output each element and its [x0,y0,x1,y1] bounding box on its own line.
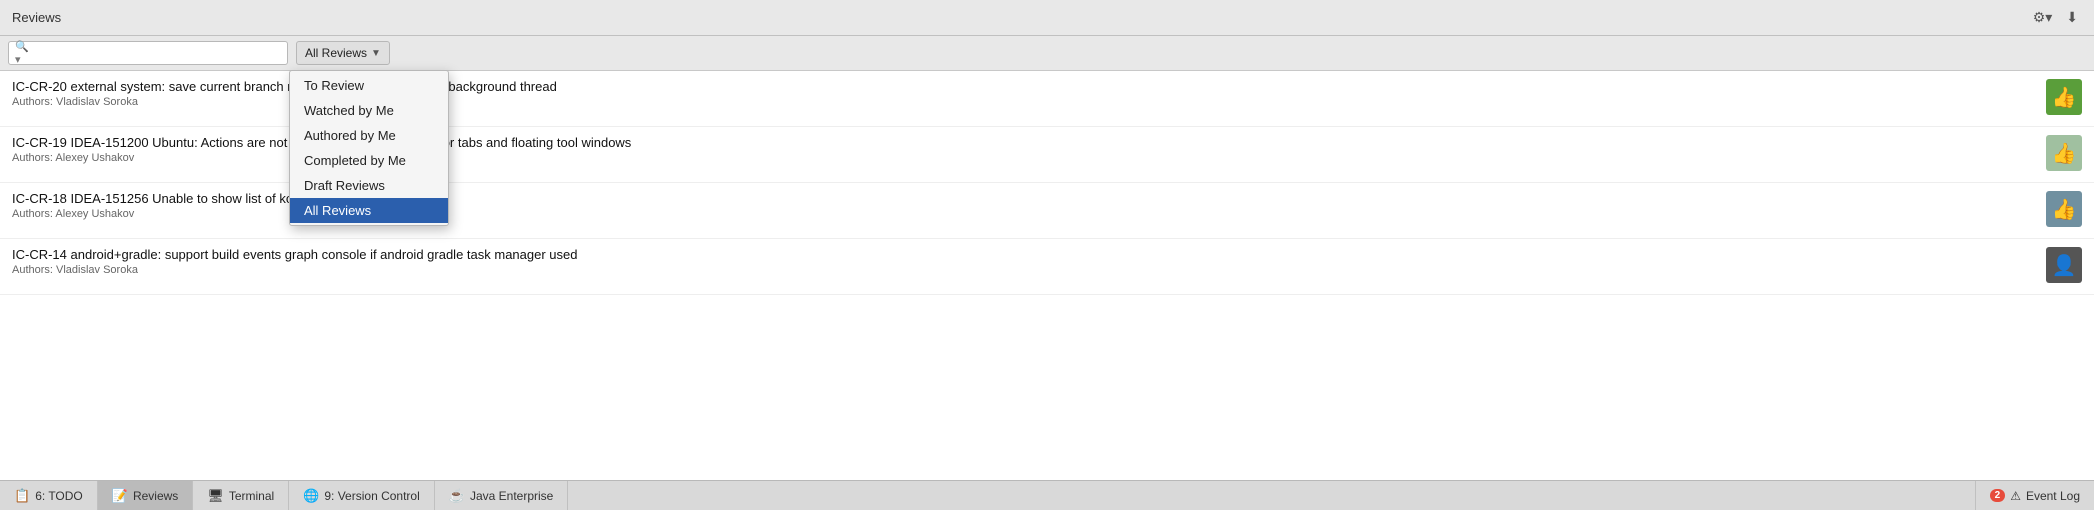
avatar: 👍 [2046,135,2082,171]
search-input[interactable] [37,46,281,60]
filter-label: All Reviews [305,46,367,60]
todo-icon: 📋 [14,488,30,504]
download-icon: ⬇ [2066,9,2078,26]
review-title: IC-CR-14 android+gradle: support build e… [12,247,1912,262]
status-tab-todo[interactable]: 📋 6: TODO [0,481,98,510]
dropdown-item-to-review[interactable]: To Review [290,73,448,98]
chevron-down-icon: ▼ [371,48,381,59]
event-log-label: Event Log [2026,489,2080,503]
gear-icon: ⚙▾ [2033,9,2053,26]
dropdown-item-completed-by-me[interactable]: Completed by Me [290,148,448,173]
dropdown-item-watched-by-me[interactable]: Watched by Me [290,98,448,123]
terminal-label: Terminal [229,489,274,503]
version-control-icon: 🌐 [303,488,319,504]
title-bar: Reviews ⚙▾ ⬇ [0,0,2094,36]
event-log-icon: ⚠ [2010,489,2021,503]
status-tab-version-control[interactable]: 🌐 9: Version Control [289,481,435,510]
terminal-icon: 🖥 [207,488,224,504]
status-bar: 📋6: TODO📝 Reviews🖥 Terminal🌐9: Version C… [0,480,2094,510]
window-title: Reviews [12,10,61,25]
search-icon: 🔍▾ [15,40,33,66]
avatar: 👍 [2046,191,2082,227]
download-button[interactable]: ⬇ [2062,7,2082,28]
dropdown-item-authored-by-me[interactable]: Authored by Me [290,123,448,148]
status-tab-terminal[interactable]: 🖥 Terminal [193,481,289,510]
review-authors: Authors: Vladislav Soroka [12,264,2036,276]
reviews-label: Reviews [133,489,178,503]
title-bar-actions: ⚙▾ ⬇ [2029,7,2082,28]
status-tab-java-enterprise[interactable]: ☕ Java Enterprise [435,481,569,510]
filter-dropdown-button[interactable]: All Reviews ▼ [296,41,390,65]
event-log-badge: 2 [1990,489,2006,502]
filter-dropdown-menu: To ReviewWatched by MeAuthored by MeComp… [289,70,449,226]
status-bar-right: 2 ⚠ Event Log [1975,481,2094,510]
status-bar-left: 📋6: TODO📝 Reviews🖥 Terminal🌐9: Version C… [0,481,568,510]
avatar: 👍 [2046,79,2082,115]
dropdown-item-all-reviews[interactable]: All Reviews [290,198,448,223]
reviews-icon: 📝 [112,488,128,504]
java-enterprise-label: Java Enterprise [470,489,553,503]
toolbar: 🔍▾ All Reviews ▼ To ReviewWatched by MeA… [0,36,2094,71]
review-left: IC-CR-14 android+gradle: support build e… [12,247,2036,276]
status-tab-event-log[interactable]: 2 ⚠ Event Log [1975,481,2094,510]
settings-button[interactable]: ⚙▾ [2029,7,2057,28]
review-item[interactable]: IC-CR-14 android+gradle: support build e… [0,239,2094,295]
dropdown-item-draft-reviews[interactable]: Draft Reviews [290,173,448,198]
status-tab-reviews[interactable]: 📝 Reviews [98,481,194,510]
avatar: 👤 [2046,247,2082,283]
version-control-label: 9: Version Control [324,489,419,503]
todo-label: 6: TODO [35,489,83,503]
java-enterprise-icon: ☕ [449,488,465,504]
search-box: 🔍▾ [8,41,288,65]
